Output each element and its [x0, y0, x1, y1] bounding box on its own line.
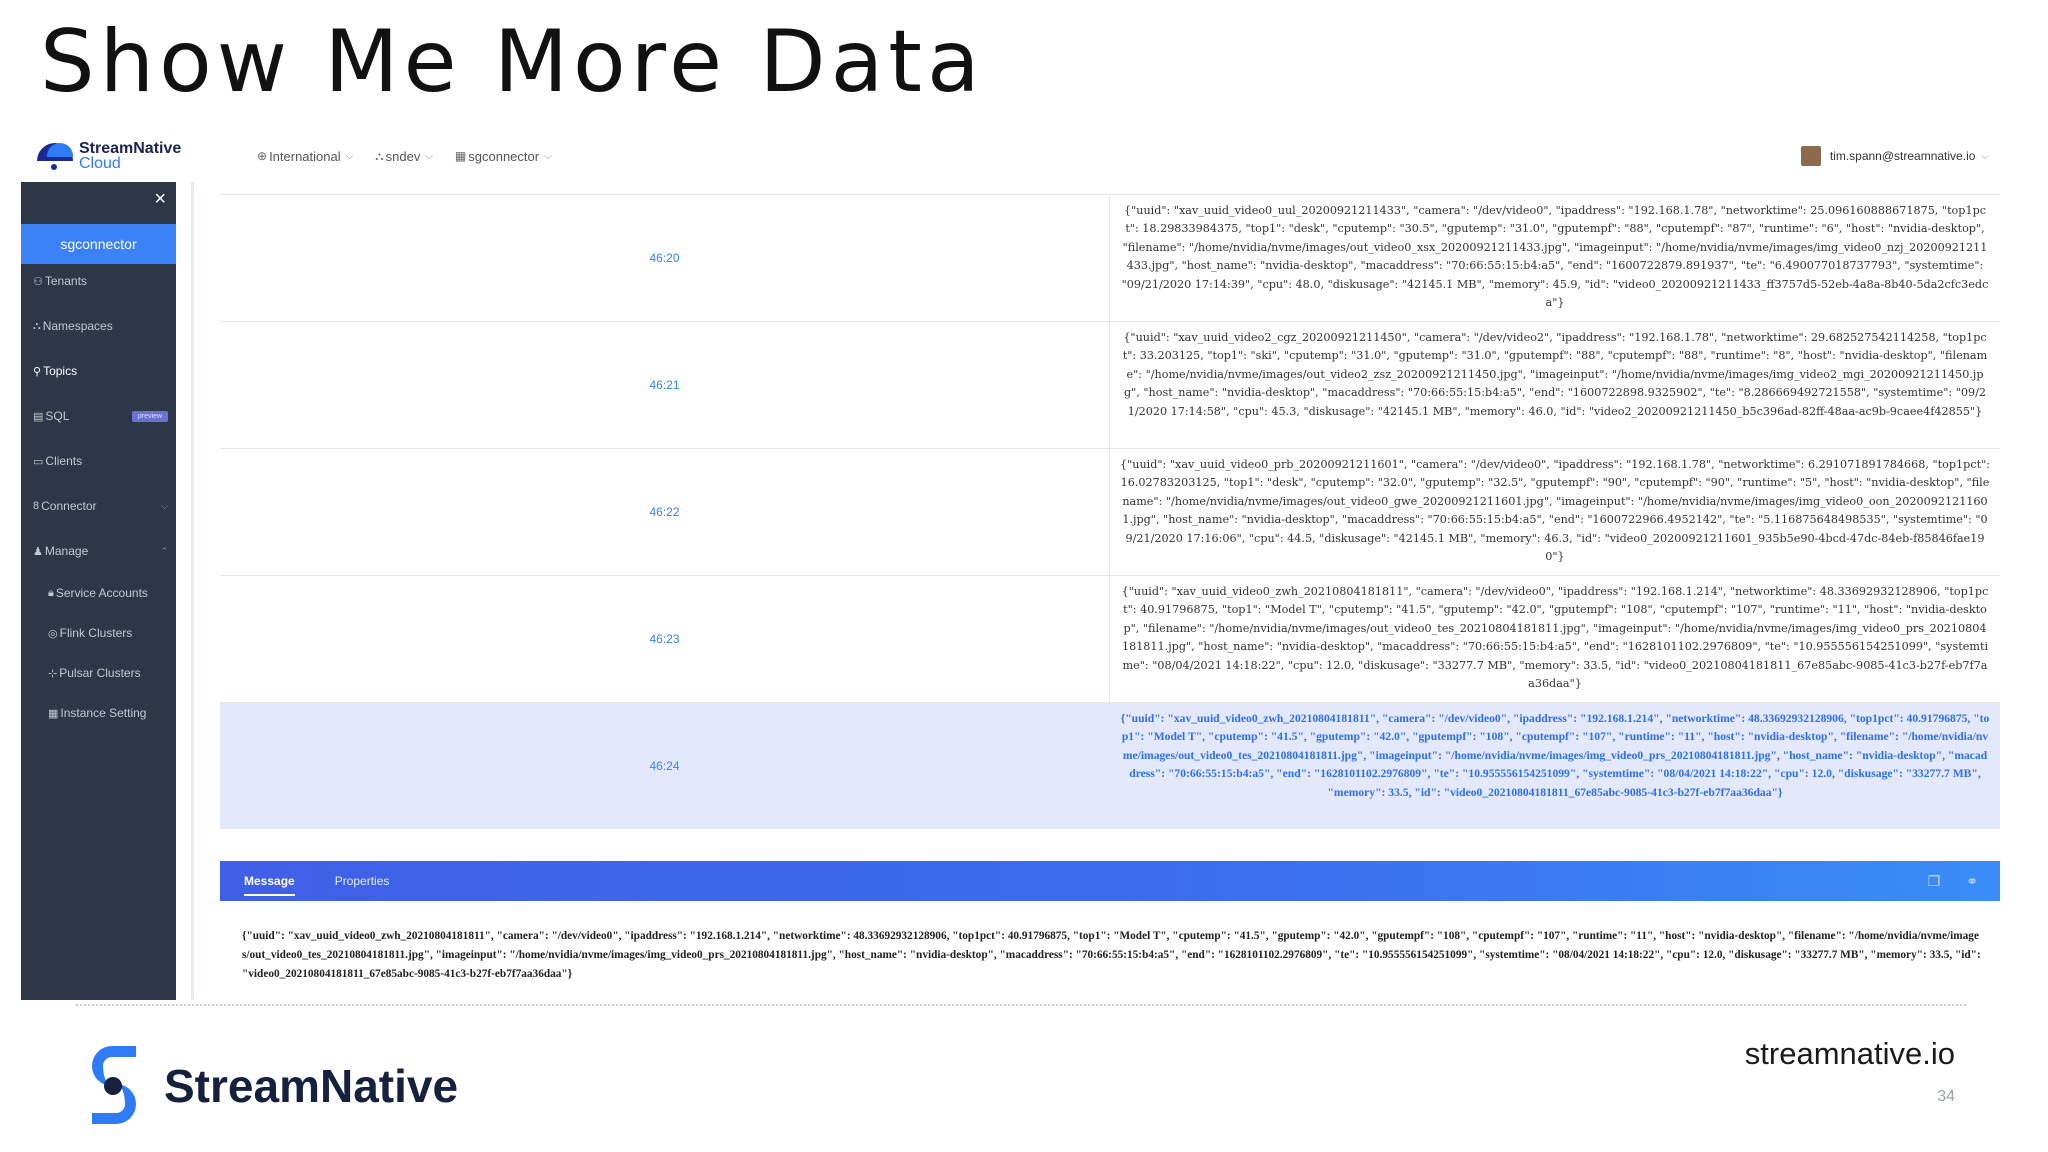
sidebar-cluster-active[interactable]: sgconnector: [21, 224, 176, 264]
tab-message[interactable]: Message: [244, 874, 295, 896]
cluster-selector[interactable]: ▦ sgconnector ⌵: [455, 149, 552, 164]
instance-icon: ▦: [48, 707, 59, 720]
message-time: 46:22: [220, 449, 1110, 575]
sidebar-item-clients[interactable]: ▭ Clients: [33, 454, 168, 468]
sidebar-item-tenants[interactable]: ⚇ Tenants: [33, 274, 168, 288]
main-content: 46:20 {"uuid": "xav_uuid_video0_uul_2020…: [176, 182, 2011, 1000]
flink-icon: ◎: [48, 627, 58, 640]
sidebar-item-label: Connector: [41, 499, 97, 513]
brand-name: StreamNative: [79, 140, 182, 157]
message-payload: {"uuid": "xav_uuid_video0_prb_2020092121…: [1120, 458, 1991, 564]
table-row-selected[interactable]: 46:24 {"uuid": "xav_uuid_video0_zwh_2021…: [220, 702, 2000, 829]
brand-product: Cloud: [79, 155, 121, 172]
message-detail-body: {"uuid": "xav_uuid_video0_zwh_2021080418…: [242, 930, 1981, 980]
connector-icon: 8: [33, 500, 40, 512]
instance-label: sndev: [385, 148, 421, 164]
top-bar: StreamNative Cloud ⊕ International ⌵ ⛬ s…: [21, 130, 2011, 182]
cluster-icon: ▦: [454, 149, 467, 163]
link-icon[interactable]: ⚭: [1966, 873, 1978, 890]
globe-icon: ⊕: [257, 149, 268, 163]
org-label: International: [269, 148, 341, 164]
sidebar-item-label: Clients: [45, 454, 83, 468]
sidebar-item-instance-setting[interactable]: ▦ Instance Setting: [48, 706, 183, 720]
org-selector[interactable]: ⊕ International ⌵: [257, 149, 353, 164]
sidebar-item-label: Pulsar Clusters: [59, 666, 141, 680]
sidebar-item-label: Flink Clusters: [59, 626, 133, 640]
copy-icon[interactable]: ❐: [1928, 873, 1941, 890]
namespace-icon: ⛬: [33, 319, 41, 332]
chevron-down-icon: ⌵: [544, 150, 552, 162]
message-time: 46:23: [220, 576, 1110, 702]
sidebar-item-namespaces[interactable]: ⛬ Namespaces: [33, 319, 168, 333]
sidebar-item-sql[interactable]: ▤ SQL preview: [33, 409, 168, 423]
brand-cloud-icon: [35, 139, 75, 173]
chevron-down-icon: ⌵: [425, 150, 433, 162]
sidebar-item-label: Tenants: [44, 274, 87, 288]
brand-logo[interactable]: StreamNative Cloud: [35, 139, 235, 173]
message-payload: {"uuid": "xav_uuid_video2_cgz_2020092121…: [1122, 331, 1988, 418]
sidebar-item-label: SQL: [45, 409, 70, 423]
sidebar-item-service-accounts[interactable]: 🔒︎ Service Accounts: [48, 586, 183, 600]
page-number: 34: [1937, 1088, 1955, 1105]
chevron-down-icon: ⌵: [161, 500, 168, 511]
lock-icon: 🔒︎: [48, 586, 54, 599]
user-email: tim.spann@streamnative.io: [1829, 149, 1976, 163]
sidebar-item-topics[interactable]: ⚲ Topics: [33, 364, 168, 378]
chevron-down-icon: ⌵: [345, 150, 354, 162]
streamnative-logo-icon: [88, 1044, 140, 1128]
sidebar-item-label: Manage: [44, 544, 89, 558]
sidebar-item-label: Namespaces: [42, 319, 113, 333]
sidebar-item-label: Instance Setting: [60, 706, 147, 720]
cluster-label: sgconnector: [468, 148, 540, 164]
slide-title: Show Me More Data: [40, 12, 985, 112]
tenant-icon: ⚇: [33, 275, 43, 288]
clients-icon: ▭: [33, 455, 44, 468]
avatar: [1800, 146, 1821, 166]
detail-tab-bar: Message Properties ❐ ⚭: [220, 861, 2000, 901]
preview-badge: preview: [131, 410, 168, 422]
sidebar: × sgconnector ⚇ Tenants ⛬ Namespaces ⚲ T…: [21, 182, 176, 1000]
tab-properties[interactable]: Properties: [335, 874, 390, 888]
instance-icon: ⛬: [375, 148, 384, 163]
footer-brand: StreamNative: [164, 1060, 459, 1112]
chevron-down-icon: ⌵: [1981, 150, 1989, 162]
footer-logo: StreamNative: [88, 1044, 458, 1128]
topic-icon: ⚲: [33, 365, 42, 378]
table-row[interactable]: 46:20 {"uuid": "xav_uuid_video0_uul_2020…: [220, 194, 2000, 321]
sidebar-item-label: Topics: [43, 364, 78, 378]
table-row[interactable]: 46:23 {"uuid": "xav_uuid_video0_zwh_2021…: [220, 575, 2000, 702]
message-time: 46:24: [220, 703, 1110, 828]
chevron-up-icon: ⌃: [160, 545, 168, 556]
instance-selector[interactable]: ⛬ sndev ⌵: [375, 149, 433, 164]
message-payload: {"uuid": "xav_uuid_video0_zwh_2021080418…: [1120, 712, 1990, 799]
message-time: 46:20: [220, 195, 1110, 321]
app-screenshot: StreamNative Cloud ⊕ International ⌵ ⛬ s…: [21, 130, 2011, 1000]
table-row[interactable]: 46:21 {"uuid": "xav_uuid_video2_cgz_2020…: [220, 321, 2000, 448]
sidebar-item-flink-clusters[interactable]: ◎ Flink Clusters: [48, 626, 183, 640]
sidebar-item-pulsar-clusters[interactable]: ⊹ Pulsar Clusters: [48, 666, 183, 680]
close-icon[interactable]: ×: [154, 188, 166, 211]
message-payload: {"uuid": "xav_uuid_video0_zwh_2021080418…: [1121, 585, 1989, 691]
sql-icon: ▤: [33, 410, 44, 423]
message-payload: {"uuid": "xav_uuid_video0_uul_2020092121…: [1121, 204, 1989, 310]
sidebar-item-label: Service Accounts: [55, 586, 148, 600]
scrollbar[interactable]: [191, 182, 194, 1000]
sidebar-item-manage[interactable]: ♟ Manage ⌃: [33, 544, 168, 558]
table-row[interactable]: 46:22 {"uuid": "xav_uuid_video0_prb_2020…: [220, 448, 2000, 575]
user-menu[interactable]: tim.spann@streamnative.io ⌵: [1800, 146, 1989, 166]
sidebar-item-connector[interactable]: 8 Connector ⌵: [33, 499, 168, 513]
divider: [76, 1004, 1966, 1006]
message-time: 46:21: [220, 322, 1110, 448]
messages-table: 46:20 {"uuid": "xav_uuid_video0_uul_2020…: [220, 194, 2000, 829]
footer-url: streamnative.io: [1744, 1036, 1955, 1071]
manage-icon: ♟: [33, 545, 43, 558]
pulsar-icon: ⊹: [48, 667, 58, 680]
